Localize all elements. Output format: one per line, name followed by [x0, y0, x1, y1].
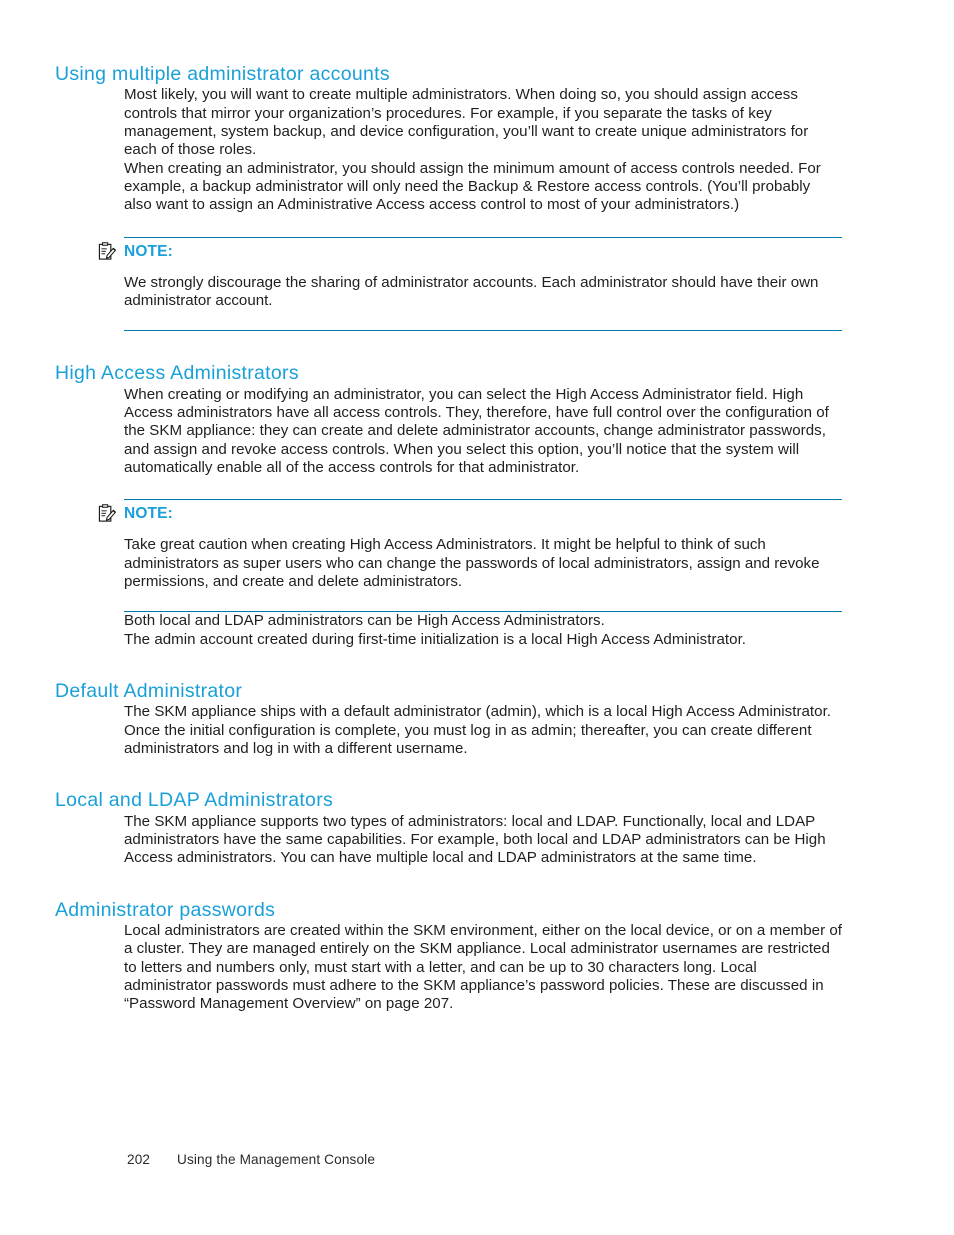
body-paragraph: Most likely, you will want to create mul… — [124, 86, 809, 159]
note-header: NOTE: — [98, 241, 842, 266]
note-label: NOTE: — [124, 505, 173, 523]
section-administrator-passwords: Administrator passwords — [55, 898, 845, 922]
note-top-rule — [124, 499, 842, 501]
note-clipboard-icon — [98, 241, 117, 261]
body-paragraph: The SKM appliance ships with a default a… — [124, 703, 832, 758]
section-heading: High Access Administrators — [55, 362, 299, 385]
body-paragraph: Local administrators are created within … — [124, 922, 842, 1013]
page-footer: 202 Using the Management Console — [127, 1152, 375, 1167]
page-content: Using multiple administrator accounts Mo… — [55, 62, 845, 1014]
note-text: We strongly discourage the sharing of ad… — [124, 273, 819, 309]
note-bottom-rule — [124, 330, 842, 332]
note-spacer — [124, 591, 842, 611]
section-heading: Default Administrator — [55, 679, 243, 702]
note-body: Take great caution when creating High Ac… — [124, 536, 830, 591]
note-body: We strongly discourage the sharing of ad… — [124, 274, 830, 311]
body-paragraph: The admin account created during first-t… — [124, 630, 747, 648]
body-paragraph: The SKM appliance supports two types of … — [124, 812, 826, 867]
section-heading: Using multiple administrator accounts — [55, 63, 390, 85]
note-bottom-rule — [124, 611, 842, 613]
note-label: NOTE: — [124, 242, 173, 260]
body-paragraph: When creating or modifying an administra… — [124, 385, 829, 477]
section-heading: Local and LDAP Administrators — [55, 789, 334, 812]
document-page: Using multiple administrator accounts Mo… — [0, 0, 954, 1235]
note-clipboard-icon — [98, 504, 117, 523]
section-using-multiple-administrator-accounts: Using multiple administrator accounts — [55, 62, 845, 86]
section-default-administrator: Default Administrator — [55, 679, 845, 703]
note-top-rule — [124, 236, 842, 238]
running-footer-title: Using the Management Console — [177, 1152, 376, 1167]
section-heading: Administrator passwords — [55, 898, 276, 921]
note-callout: NOTE: Take great caution when creating H… — [98, 499, 842, 613]
section-local-and-ldap-administrators: Local and LDAP Administrators — [55, 788, 845, 812]
section-high-access-administrators: High Access Administrators — [55, 361, 845, 385]
page-number: 202 — [127, 1152, 151, 1167]
note-header: NOTE: — [98, 504, 842, 528]
body-paragraph: Both local and LDAP administrators can b… — [124, 612, 605, 630]
note-callout: NOTE: We strongly discourage the sharing… — [98, 236, 842, 332]
note-text: Take great caution when creating High Ac… — [124, 536, 820, 590]
body-paragraph: When creating an administrator, you shou… — [124, 159, 821, 214]
note-spacer — [124, 310, 842, 330]
